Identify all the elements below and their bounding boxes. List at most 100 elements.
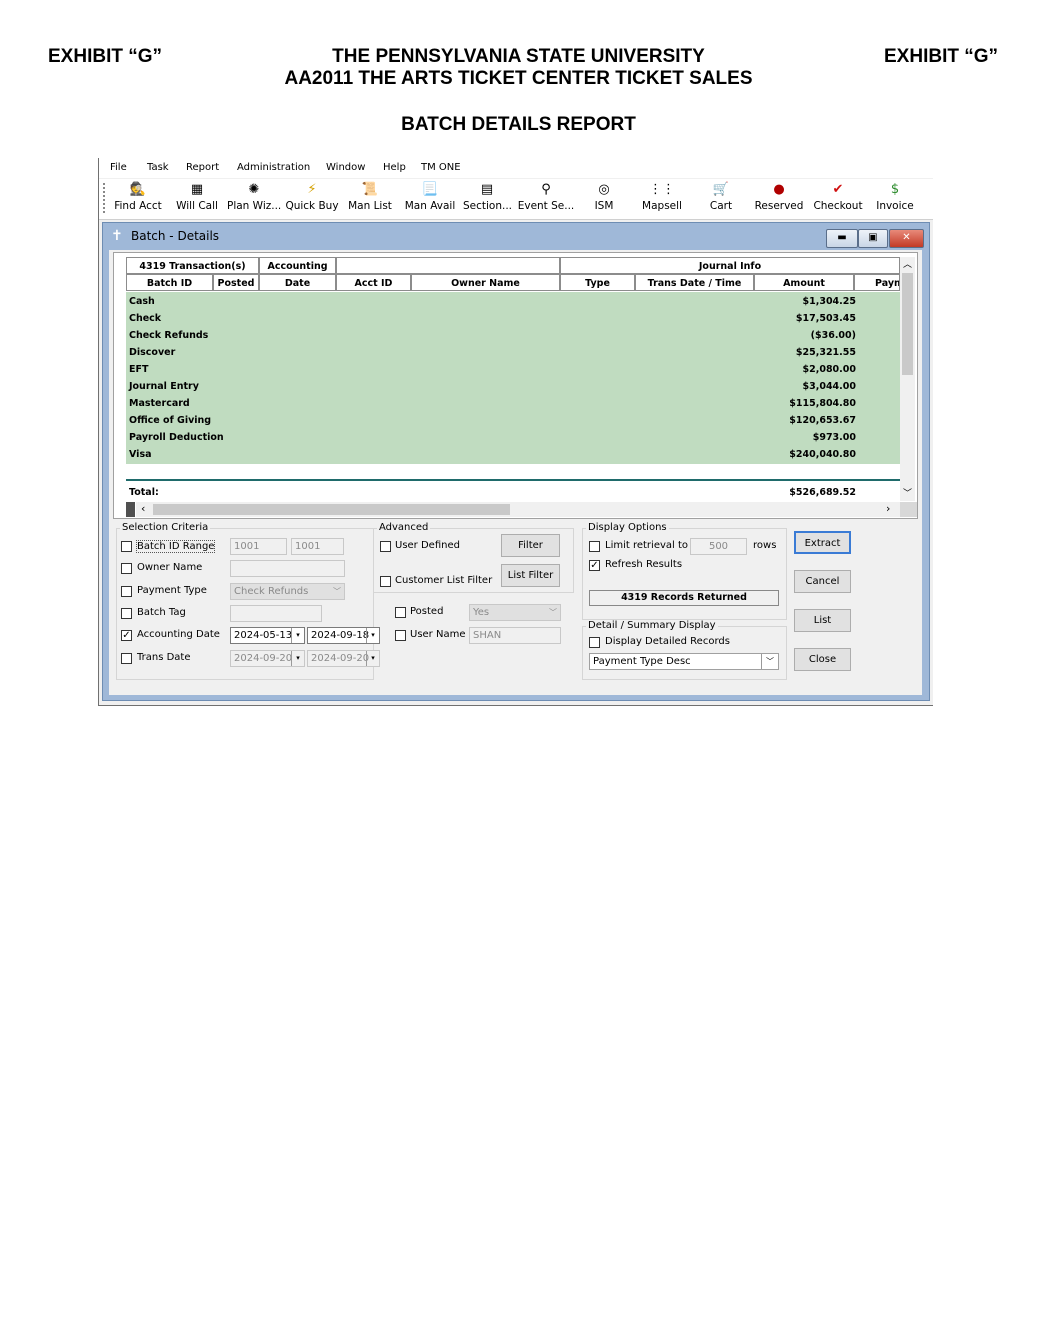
batch-tag-checkbox[interactable] <box>121 608 132 619</box>
owner-name-label[interactable]: Owner Name <box>137 562 202 573</box>
menu-help[interactable]: Help <box>383 162 406 173</box>
row-label-mastercard[interactable]: Mastercard <box>129 398 190 409</box>
date-dropdown-icon[interactable]: ▾ <box>366 651 379 666</box>
list-button[interactable]: List <box>794 609 851 632</box>
row-label-payroll-deduction[interactable]: Payroll Deduction <box>129 432 224 443</box>
trans-date-checkbox[interactable] <box>121 653 132 664</box>
invoice-button[interactable]: $ Invoice <box>875 181 915 217</box>
close-icon[interactable]: ✕ <box>889 229 924 248</box>
scroll-up-icon[interactable]: ︿ <box>903 257 912 270</box>
column-header-date[interactable]: Date <box>259 274 336 291</box>
row-label-journal-entry[interactable]: Journal Entry <box>129 381 199 392</box>
owner-name-checkbox[interactable] <box>121 563 132 574</box>
list-filter-button[interactable]: List Filter <box>501 564 560 587</box>
row-label-check[interactable]: Check <box>129 313 161 324</box>
scroll-down-icon[interactable]: ﹀ <box>903 486 912 499</box>
owner-name-field[interactable] <box>230 560 345 577</box>
date-dropdown-icon[interactable]: ▾ <box>291 651 304 666</box>
cart-button[interactable]: 🛒 Cart <box>707 181 735 217</box>
restore-icon[interactable]: ▣ <box>858 229 888 248</box>
batch-tag-field[interactable] <box>230 605 322 622</box>
customer-list-filter-checkbox[interactable] <box>380 576 391 587</box>
trans-date-label[interactable]: Trans Date <box>137 652 191 663</box>
scroll-left-icon[interactable]: ‹ <box>141 502 145 515</box>
batch-id-from-field[interactable]: 1001 <box>230 538 287 555</box>
column-header-posted[interactable]: Posted <box>213 274 259 291</box>
batch-id-range-label[interactable]: Batch ID Range <box>136 540 216 553</box>
column-header-trans-date-time[interactable]: Trans Date / Time <box>635 274 754 291</box>
customer-list-filter-label[interactable]: Customer List Filter <box>395 575 492 586</box>
row-label-cash[interactable]: Cash <box>129 296 155 307</box>
row-label-office-of-giving[interactable]: Office of Giving <box>129 415 211 426</box>
vertical-scroll-thumb[interactable] <box>902 273 913 375</box>
menu-tm-one[interactable]: TM ONE <box>421 162 461 173</box>
refresh-results-label[interactable]: Refresh Results <box>605 559 682 570</box>
menu-report[interactable]: Report <box>186 162 219 173</box>
row-label-eft[interactable]: EFT <box>129 364 148 375</box>
quick-buy-button[interactable]: ⚡ Quick Buy <box>285 181 339 217</box>
plan-wizard-button[interactable]: ✺ Plan Wiz... <box>227 181 281 217</box>
ism-button[interactable]: ◎ ISM <box>589 181 619 217</box>
row-label-check-refunds[interactable]: Check Refunds <box>129 330 208 341</box>
section-button[interactable]: ▤ Section... <box>463 181 512 217</box>
accounting-date-checkbox[interactable]: ✓ <box>121 630 132 641</box>
sort-order-select[interactable]: Payment Type Desc ﹀ <box>589 653 779 670</box>
payment-type-select[interactable]: Check Refunds ﹀ <box>230 583 345 600</box>
user-name-field[interactable]: SHAN <box>469 627 561 644</box>
scroll-right-icon[interactable]: › <box>886 502 890 515</box>
limit-retrieval-label[interactable]: Limit retrieval to <box>605 540 688 551</box>
payment-type-checkbox[interactable] <box>121 586 132 597</box>
posted-select[interactable]: Yes ﹀ <box>469 604 561 621</box>
date-dropdown-icon[interactable]: ▾ <box>366 628 379 643</box>
accounting-date-from-field[interactable]: 2024-05-13 ▾ <box>230 627 305 644</box>
mapsell-button[interactable]: ⋮⋮ Mapsell <box>641 181 683 217</box>
menu-file[interactable]: File <box>110 162 127 173</box>
menu-task[interactable]: Task <box>147 162 169 173</box>
column-header-acct-id[interactable]: Acct ID <box>336 274 411 291</box>
minimize-icon[interactable]: ▬ <box>826 229 858 248</box>
user-name-checkbox[interactable] <box>395 630 406 641</box>
vertical-scrollbar[interactable]: ︿ ﹀ <box>900 257 915 501</box>
man-avail-button[interactable]: 📃 Man Avail <box>403 181 457 217</box>
user-defined-checkbox[interactable] <box>380 541 391 552</box>
menu-window[interactable]: Window <box>326 162 365 173</box>
filter-button[interactable]: Filter <box>501 534 560 557</box>
column-header-batch-id[interactable]: Batch ID <box>126 274 213 291</box>
will-call-button[interactable]: ▦ Will Call <box>173 181 221 217</box>
row-label-discover[interactable]: Discover <box>129 347 175 358</box>
posted-checkbox[interactable] <box>395 607 406 618</box>
column-header-type[interactable]: Type <box>560 274 635 291</box>
window-titlebar[interactable]: ✝ Batch - Details ▬ ▣ ✕ <box>103 223 929 249</box>
limit-retrieval-checkbox[interactable] <box>589 541 600 552</box>
accounting-date-to-field[interactable]: 2024-09-18 ▾ <box>307 627 380 644</box>
display-detailed-label[interactable]: Display Detailed Records <box>605 636 730 647</box>
user-defined-label[interactable]: User Defined <box>395 540 460 551</box>
refresh-results-checkbox[interactable]: ✓ <box>589 560 600 571</box>
column-header-payment[interactable]: Payme <box>854 274 900 291</box>
horizontal-scroll-thumb[interactable] <box>153 504 510 515</box>
extract-button[interactable]: Extract <box>794 531 851 554</box>
find-acct-button[interactable]: 🕵 Find Acct <box>113 181 163 217</box>
payment-type-label[interactable]: Payment Type <box>137 585 207 596</box>
limit-retrieval-field[interactable]: 500 <box>690 538 747 555</box>
batch-id-range-checkbox[interactable] <box>121 541 132 552</box>
column-header-owner-name[interactable]: Owner Name <box>411 274 560 291</box>
batch-id-to-field[interactable]: 1001 <box>291 538 344 555</box>
column-header-amount[interactable]: Amount <box>754 274 854 291</box>
date-dropdown-icon[interactable]: ▾ <box>291 628 304 643</box>
batch-tag-label[interactable]: Batch Tag <box>137 607 186 618</box>
posted-label[interactable]: Posted <box>410 606 443 617</box>
cancel-button[interactable]: Cancel <box>794 570 851 593</box>
menu-administration[interactable]: Administration <box>237 162 310 173</box>
accounting-date-label[interactable]: Accounting Date <box>137 629 220 640</box>
horizontal-scrollbar[interactable]: ‹ › <box>136 502 900 517</box>
toolbar-grip[interactable] <box>103 183 107 213</box>
close-button[interactable]: Close <box>794 648 851 671</box>
row-label-visa[interactable]: Visa <box>129 449 152 460</box>
man-list-button[interactable]: 📜 Man List <box>347 181 393 217</box>
display-detailed-checkbox[interactable] <box>589 637 600 648</box>
trans-date-to-field[interactable]: 2024-09-20 ▾ <box>307 650 380 667</box>
checkout-button[interactable]: ✔ Checkout <box>813 181 863 217</box>
reserved-button[interactable]: ● Reserved <box>754 181 804 217</box>
user-name-label[interactable]: User Name <box>410 629 465 640</box>
